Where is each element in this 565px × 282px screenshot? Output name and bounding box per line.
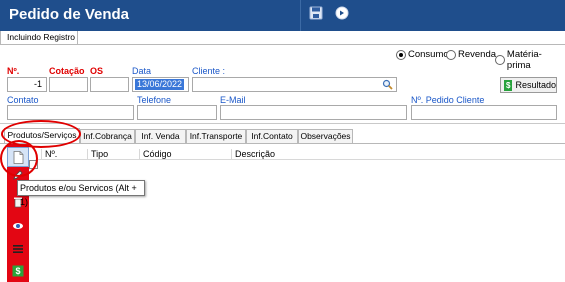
radio-materia-prima[interactable]: Matéria-prima: [495, 49, 565, 71]
cotacao-label: Cotação: [49, 66, 85, 76]
window-title: Pedido de Venda: [9, 6, 130, 23]
toolbar-divider: [300, 0, 301, 31]
radio-label: Matéria-prima: [506, 49, 542, 71]
refresh-button[interactable]: [333, 4, 351, 22]
title-bar: Pedido de Venda: [0, 0, 565, 31]
os-label: OS: [90, 66, 104, 76]
data-label: Data: [132, 66, 152, 76]
tab-inf-transporte[interactable]: Inf.Transporte: [186, 129, 246, 143]
radio-label: Consumo: [408, 49, 449, 60]
contato-label: Contato: [7, 95, 39, 105]
tab-inf-cobranca[interactable]: Inf.Cobrança: [80, 129, 135, 143]
circle-arrow-icon: [335, 6, 349, 20]
tab-inf-contato[interactable]: Inf.Contato: [246, 129, 298, 143]
telefone-field[interactable]: [137, 105, 217, 120]
svg-text:$: $: [15, 266, 20, 276]
column-codigo[interactable]: Código: [139, 149, 231, 160]
radio-button-checked[interactable]: [396, 49, 406, 60]
column-descricao[interactable]: Descrição: [231, 149, 351, 160]
pedido-cliente-field[interactable]: [411, 105, 557, 120]
list-icon: [13, 245, 23, 253]
resultado-label: Resultado: [515, 80, 556, 90]
annotation-circle-new-button: [0, 140, 38, 177]
cliente-label: Cliente :: [192, 66, 226, 76]
tab-observacoes[interactable]: Observações: [298, 129, 353, 143]
financial-button[interactable]: $: [12, 265, 24, 277]
section-divider: [0, 123, 565, 124]
data-field[interactable]: 13/06/2022: [132, 77, 189, 92]
grid-header: Nº. Tipo Código Descrição: [37, 148, 565, 160]
cliente-field[interactable]: [192, 77, 397, 92]
os-field[interactable]: [90, 77, 129, 92]
status-tab-incluindo[interactable]: Incluindo Registro: [0, 31, 78, 45]
data-value: 13/06/2022: [135, 79, 185, 90]
pedido-cliente-label: Nº. Pedido Cliente: [411, 95, 485, 105]
list-button[interactable]: [12, 243, 24, 255]
numero-field[interactable]: -1: [7, 77, 47, 92]
telefone-label: Telefone: [137, 95, 172, 105]
radio-button[interactable]: [495, 55, 505, 65]
radio-revenda[interactable]: Revenda: [446, 49, 496, 60]
radio-button[interactable]: [446, 49, 456, 60]
dollar-icon: $: [504, 79, 513, 91]
radio-consumo[interactable]: Consumo: [396, 49, 449, 60]
search-icon[interactable]: [382, 79, 393, 90]
contato-field[interactable]: [7, 105, 134, 120]
radio-label: Revenda: [458, 49, 497, 60]
column-tipo[interactable]: Tipo: [87, 149, 139, 160]
column-numero[interactable]: Nº.: [41, 149, 87, 160]
floppy-disk-icon: [309, 6, 323, 20]
resultado-button[interactable]: $ Resultado: [500, 77, 557, 93]
subtab-divider: [78, 44, 565, 45]
dollar-icon: $: [12, 265, 24, 277]
save-button[interactable]: [307, 4, 325, 22]
numero-label: Nº.: [7, 66, 20, 76]
view-button[interactable]: [12, 220, 24, 232]
tab-inf-venda[interactable]: Inf. Venda: [135, 129, 186, 143]
cotacao-field[interactable]: [49, 77, 88, 92]
email-field[interactable]: [220, 105, 407, 120]
tooltip: Produtos e/ou Servicos (Alt + 1): [17, 180, 145, 207]
tabs-baseline: [0, 143, 565, 144]
eye-icon: [13, 223, 23, 229]
email-label: E-Mail: [220, 95, 246, 105]
